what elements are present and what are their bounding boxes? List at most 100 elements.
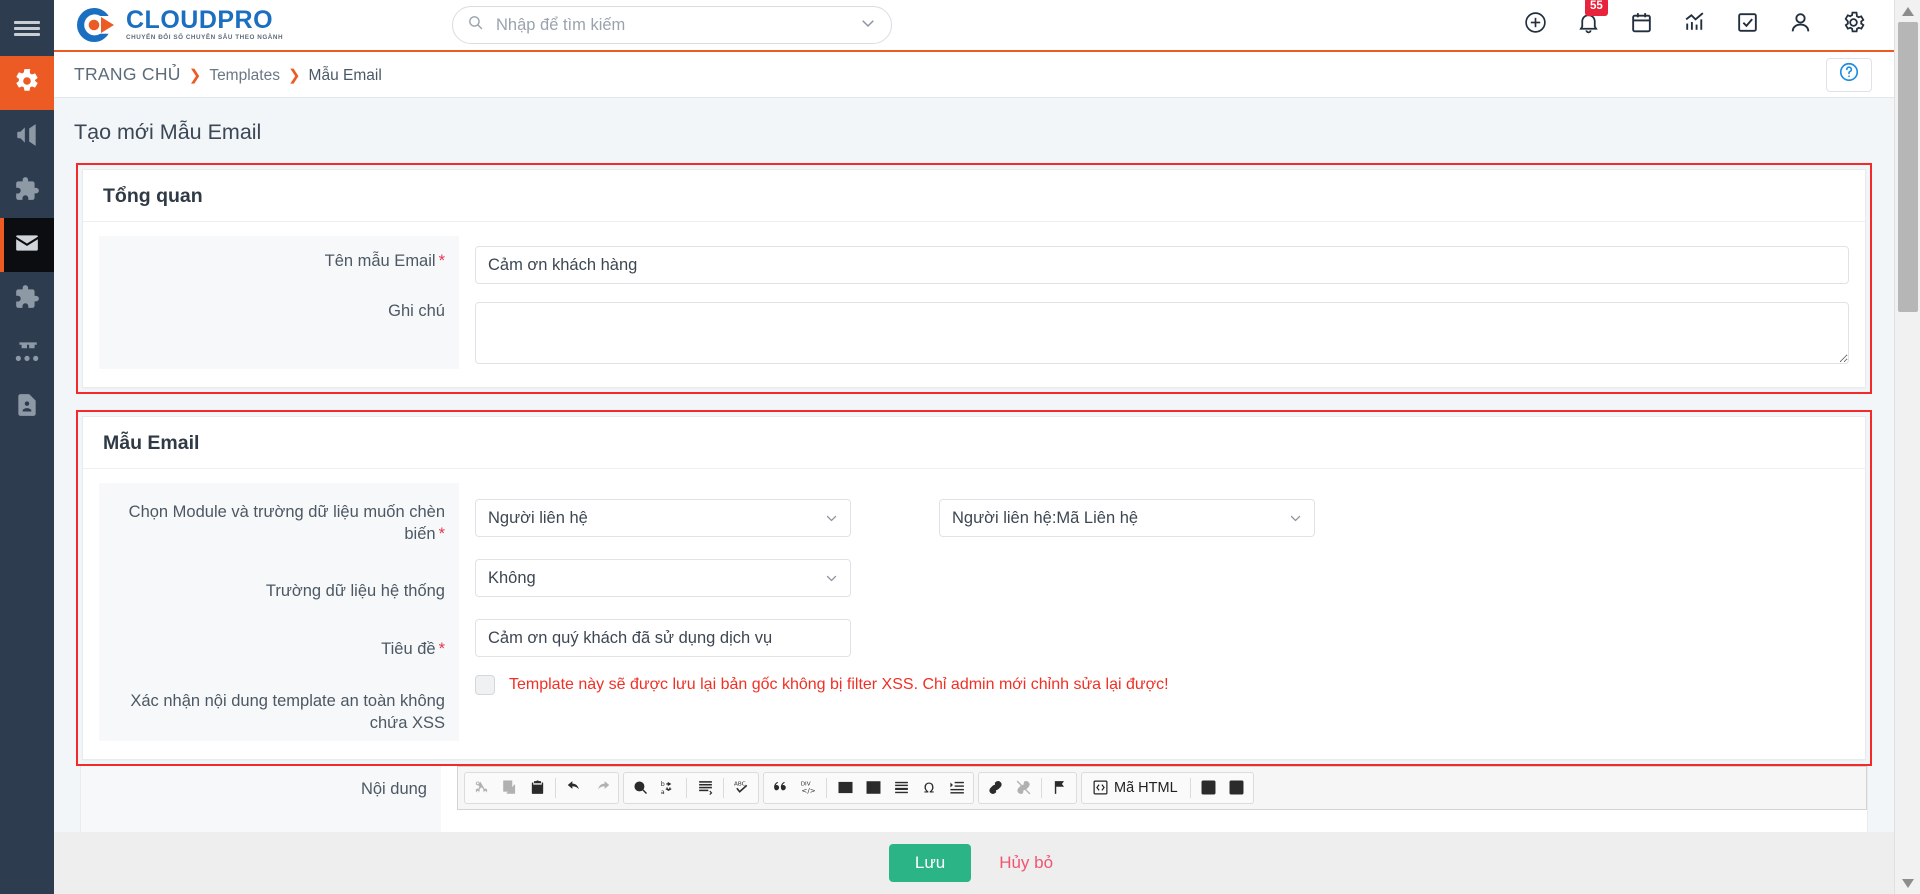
- hamburger-bar: [14, 20, 40, 24]
- search-input[interactable]: [494, 14, 859, 36]
- module-data-field-value: Người liên hệ:Mã Liên hệ: [952, 508, 1139, 527]
- template-name-input[interactable]: [475, 246, 1849, 284]
- spellcheck-icon[interactable]: ABC: [729, 775, 755, 801]
- sidebar-item-marketing[interactable]: [0, 110, 54, 164]
- redo-icon[interactable]: [589, 775, 615, 801]
- cancel-button[interactable]: Hủy bỏ: [993, 852, 1059, 874]
- checkbox-icon[interactable]: [1735, 10, 1760, 40]
- page-title: Tạo mới Mẫu Email: [74, 120, 262, 144]
- breadcrumb-separator-icon: ❯: [188, 67, 202, 84]
- help-circle-icon: [1838, 61, 1860, 88]
- form-footer: Lưu Hủy bỏ: [54, 832, 1894, 894]
- help-button[interactable]: [1826, 57, 1872, 92]
- calendar-icon[interactable]: [1629, 10, 1654, 40]
- div-container-icon[interactable]: DIV </>: [795, 775, 821, 801]
- unlink-icon[interactable]: [1010, 775, 1036, 801]
- xss-warning-text: Template này sẽ được lưu lại bản gốc khô…: [509, 676, 1169, 693]
- find-icon[interactable]: [627, 775, 653, 801]
- toolbar-separator: [555, 777, 556, 798]
- hamburger-bar: [14, 32, 40, 36]
- anchor-icon[interactable]: [1047, 775, 1073, 801]
- browser-scrollbar[interactable]: [1894, 0, 1920, 894]
- select-all-icon[interactable]: [692, 775, 718, 801]
- sidebar-item-organization[interactable]: [0, 326, 54, 380]
- xss-confirm-label: Xác nhận nội dung template an toàn không…: [99, 666, 459, 741]
- chart-icon[interactable]: [1682, 10, 1707, 40]
- sidebar-item-module-2[interactable]: [0, 272, 54, 326]
- paste-icon[interactable]: [524, 775, 550, 801]
- replace-icon[interactable]: ba: [655, 775, 681, 801]
- scrollbar-down-arrow-icon[interactable]: [1895, 872, 1920, 894]
- scrollbar-thumb[interactable]: [1898, 22, 1918, 312]
- toolbar-separator: [1189, 777, 1191, 798]
- image-icon[interactable]: [832, 775, 858, 801]
- svg-text:a: a: [660, 788, 664, 796]
- source-html-icon[interactable]: Mã HTML: [1085, 775, 1185, 801]
- svg-text:ABC: ABC: [734, 781, 746, 787]
- note-textarea[interactable]: [475, 302, 1849, 364]
- blockquote-icon[interactable]: [767, 775, 793, 801]
- module-data-field-select[interactable]: Người liên hệ:Mã Liên hệ: [939, 499, 1315, 537]
- cloudpro-logo-icon: [70, 5, 116, 45]
- special-char-icon[interactable]: Ω: [916, 775, 942, 801]
- xss-confirm-label-text: Xác nhận nội dung template an toàn không…: [130, 692, 445, 733]
- overview-panel-outline: Tổng quan Tên mẫu Email * Ghi chú: [76, 163, 1872, 394]
- link-icon[interactable]: [982, 775, 1008, 801]
- header-icon-group: 55: [1523, 0, 1894, 40]
- subject-input[interactable]: [475, 619, 851, 657]
- chevron-down-icon: [826, 575, 837, 582]
- gear-icon: [14, 68, 40, 99]
- sidebar-item-settings[interactable]: [0, 56, 54, 110]
- add-circle-icon[interactable]: [1523, 10, 1548, 40]
- left-sidebar: [0, 0, 54, 894]
- user-icon[interactable]: [1788, 10, 1813, 40]
- toolbar-group-tools: Mã HTML: [1081, 771, 1254, 804]
- brand-tagline: CHUYỂN ĐỔI SỐ CHUYÊN SÂU THEO NGÀNH: [126, 34, 284, 42]
- org-chart-icon: [14, 338, 40, 369]
- system-field-label-text: Trường dữ liệu hệ thống: [265, 581, 445, 600]
- copy-icon[interactable]: [496, 775, 522, 801]
- save-button[interactable]: Lưu: [888, 844, 972, 882]
- system-field-select[interactable]: Không: [475, 559, 851, 597]
- page-break-icon[interactable]: [944, 775, 970, 801]
- breadcrumb-item-email-template[interactable]: Mẫu Email: [309, 67, 382, 85]
- breadcrumb: TRANG CHỦ ❯ Templates ❯ Mẫu Email: [54, 64, 382, 85]
- maximize-icon[interactable]: [1196, 775, 1222, 801]
- breadcrumb-item-templates[interactable]: Templates: [209, 67, 280, 85]
- global-search[interactable]: [452, 6, 892, 44]
- overview-panel-header: Tổng quan: [83, 170, 1865, 222]
- megaphone-icon: [14, 122, 40, 153]
- cut-icon[interactable]: [468, 775, 494, 801]
- template-name-label-text: Tên mẫu Email: [324, 252, 436, 270]
- app-root: CLOUDPRO CHUYỂN ĐỔI SỐ CHUYÊN SÂU THEO N…: [0, 0, 1920, 894]
- subject-label-text: Tiêu đề: [381, 639, 436, 658]
- hamburger-menu-button[interactable]: [0, 0, 54, 56]
- sidebar-item-module-1[interactable]: [0, 164, 54, 218]
- toolbar-separator: [723, 777, 724, 798]
- content-section: Nội dung b a ABC DIV </> Ω Mã HTML: [80, 765, 1868, 840]
- chevron-down-icon[interactable]: [859, 14, 877, 37]
- scrollbar-up-arrow-icon[interactable]: [1895, 0, 1920, 22]
- brand-logo[interactable]: CLOUDPRO CHUYỂN ĐỔI SỐ CHUYÊN SÂU THEO N…: [54, 5, 304, 45]
- horizontal-rule-icon[interactable]: [888, 775, 914, 801]
- system-field-value: Không: [488, 568, 536, 587]
- search-icon: [467, 14, 484, 36]
- email-label-column: Chọn Module và trường dữ liệu muốn chèn …: [99, 483, 459, 741]
- email-control-column: Người liên hệ Người liên hệ:Mã Liên hệ K…: [459, 483, 1849, 695]
- email-fields-row: Chọn Module và trường dữ liệu muốn chèn …: [99, 483, 1849, 741]
- svg-text:Ω: Ω: [923, 782, 933, 797]
- sidebar-item-email[interactable]: [0, 218, 54, 272]
- preview-icon[interactable]: [1224, 775, 1250, 801]
- xss-confirm-checkbox[interactable]: [475, 675, 495, 695]
- content-row: Nội dung b a ABC DIV </> Ω Mã HTML: [81, 765, 1867, 839]
- chevron-down-icon: [826, 515, 837, 522]
- table-icon[interactable]: [860, 775, 886, 801]
- subject-label: Tiêu đề *: [99, 608, 459, 666]
- bell-icon[interactable]: 55: [1576, 0, 1608, 40]
- gear-icon[interactable]: [1841, 10, 1866, 40]
- breadcrumb-home[interactable]: TRANG CHỦ: [74, 64, 181, 85]
- breadcrumb-separator-icon: ❯: [287, 67, 301, 84]
- module-select[interactable]: Người liên hệ: [475, 499, 851, 537]
- sidebar-item-contacts[interactable]: [0, 380, 54, 434]
- undo-icon[interactable]: [561, 775, 587, 801]
